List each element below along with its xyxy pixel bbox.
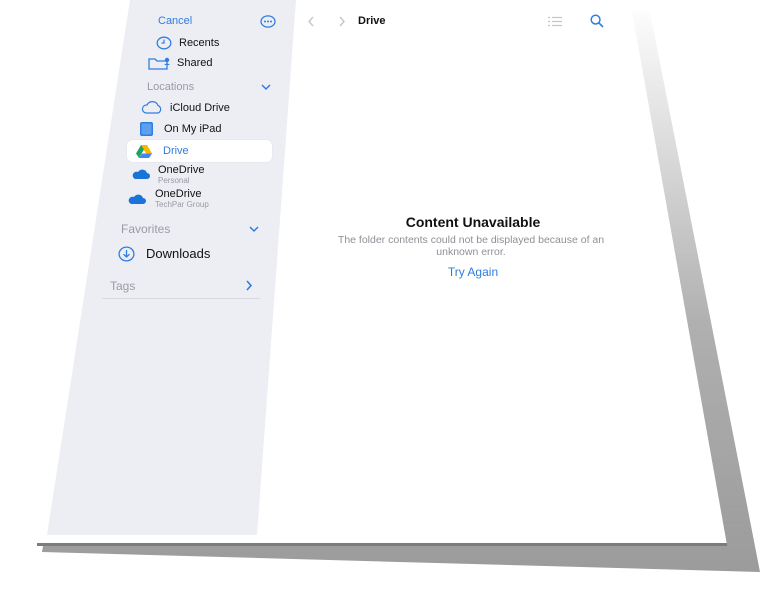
sidebar-item-sublabel: TechPar Group: [155, 200, 209, 209]
onedrive-icon: [128, 194, 146, 204]
list-view-icon[interactable]: [548, 16, 562, 27]
empty-state-message-line1: The folder contents could not be display…: [337, 234, 605, 246]
toolbar-title: Drive: [358, 15, 386, 27]
google-drive-icon: [136, 145, 152, 158]
sidebar-item-label: OneDrive: [158, 164, 205, 176]
chevron-down-icon[interactable]: [261, 84, 271, 91]
ipad-icon: [140, 122, 153, 136]
section-title: Tags: [110, 279, 136, 293]
sidebar-item-label: Drive: [163, 145, 189, 157]
sidebar-item-label: On My iPad: [164, 123, 222, 135]
sidebar-item-label: iCloud Drive: [170, 102, 230, 114]
chevron-right-icon[interactable]: [245, 280, 253, 291]
empty-state-message-line2: unknown error.: [436, 246, 506, 258]
download-circle-icon: [118, 246, 135, 262]
empty-state-heading: Content Unavailable: [405, 214, 541, 230]
clock-icon: [156, 36, 172, 50]
more-options-icon[interactable]: [260, 15, 276, 28]
chevron-down-icon[interactable]: [249, 226, 259, 233]
onedrive-icon: [132, 169, 150, 179]
sidebar-divider: [102, 298, 260, 299]
forward-chevron-icon[interactable]: [338, 16, 346, 27]
sidebar-item-sublabel: Personal: [158, 176, 190, 185]
section-title: Locations: [147, 81, 195, 93]
sidebar-item-label: Recents: [179, 37, 220, 49]
sidebar-item-label: Downloads: [146, 246, 211, 261]
device-bottom-edge: [37, 543, 727, 546]
back-chevron-icon[interactable]: [307, 16, 315, 27]
try-again-button[interactable]: Try Again: [423, 265, 523, 279]
cancel-button[interactable]: Cancel: [158, 15, 192, 27]
sidebar-item-label: Shared: [177, 57, 213, 69]
shared-folder-icon: [148, 57, 170, 70]
sidebar-item-label: OneDrive: [155, 188, 202, 200]
search-icon[interactable]: [590, 14, 604, 28]
section-title: Favorites: [121, 222, 171, 236]
cloud-icon: [141, 101, 162, 114]
